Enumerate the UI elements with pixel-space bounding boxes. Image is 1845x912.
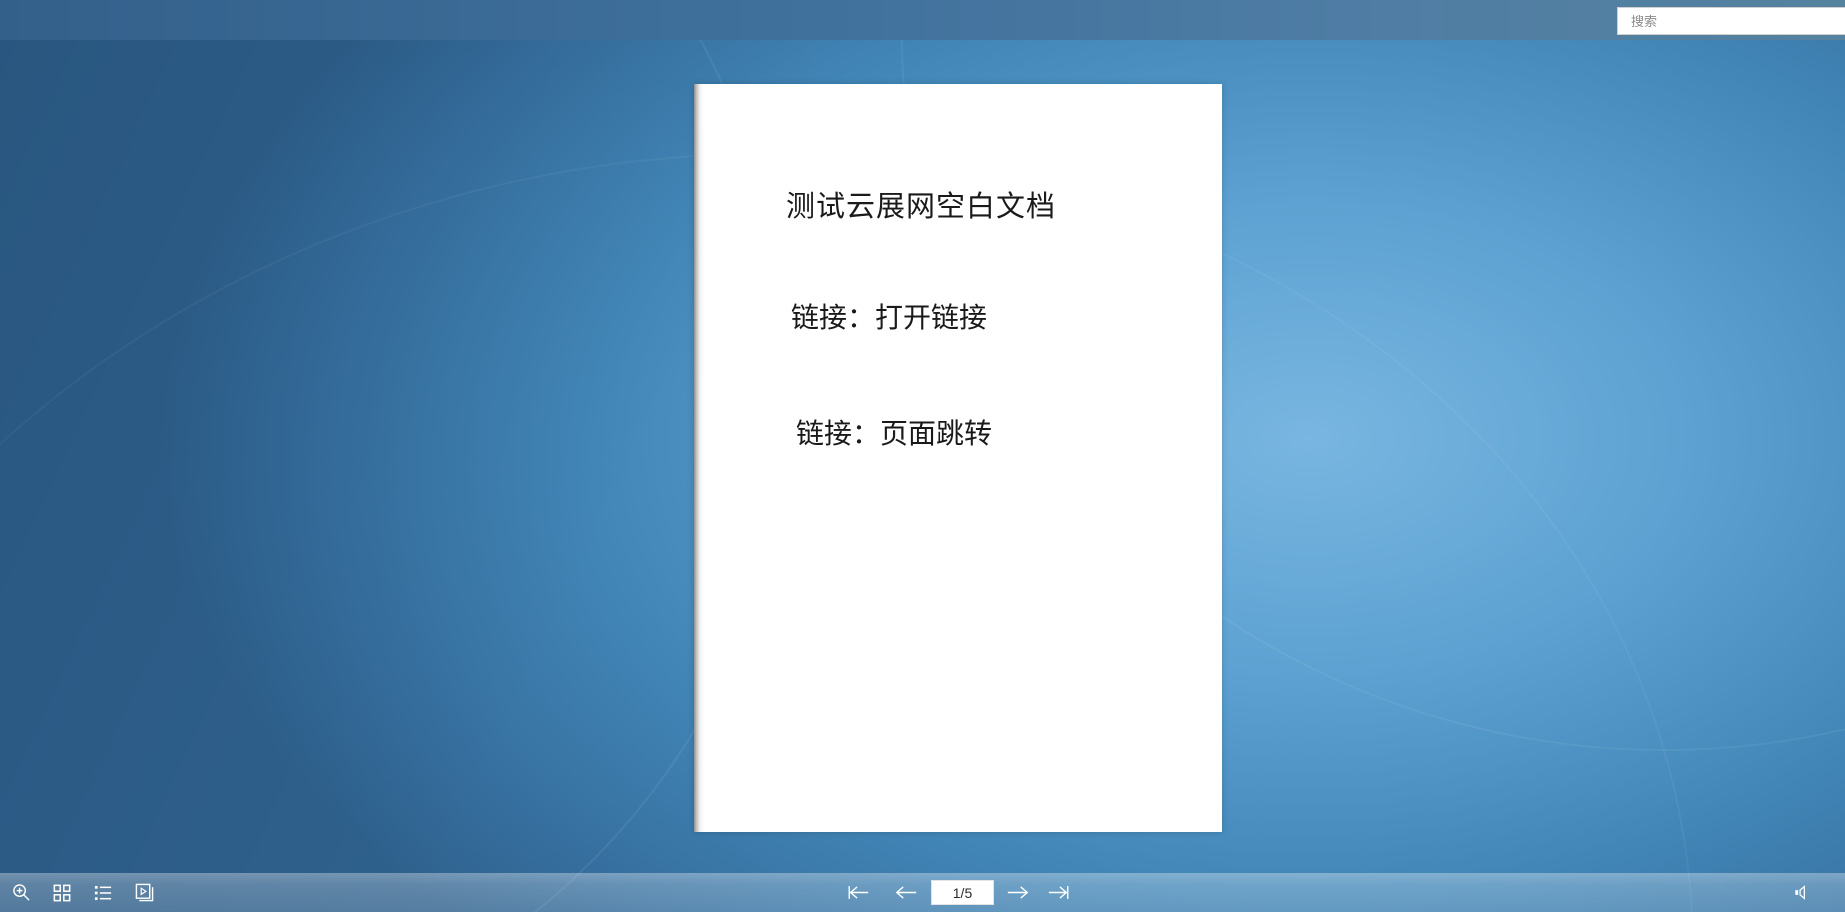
zoom-in-button[interactable] [7, 873, 35, 912]
document-link-open-url[interactable]: 链接：打开链接 [791, 304, 987, 335]
search-input[interactable] [1617, 7, 1845, 35]
arrow-left-icon [894, 884, 918, 901]
document-page[interactable]: 测试云展网空白文档 链接：打开链接 链接：页面跳转 [694, 84, 1222, 832]
page-number-input[interactable] [931, 880, 994, 905]
arrow-last-icon [1047, 884, 1071, 901]
slideshow-play-icon [135, 883, 154, 902]
last-page-button[interactable] [1044, 873, 1074, 912]
arrow-right-icon [1006, 884, 1030, 901]
document-link-page-jump[interactable]: 链接：页面跳转 [796, 420, 992, 451]
previous-page-button[interactable] [891, 873, 921, 912]
next-page-button[interactable] [1003, 873, 1033, 912]
document-title: 测试云展网空白文档 [786, 192, 1056, 224]
bottom-toolbar [0, 873, 1845, 912]
bulleted-list-icon [94, 884, 112, 902]
thumbnails-button[interactable] [48, 873, 76, 912]
speaker-icon [1792, 883, 1811, 902]
top-bar [0, 0, 1845, 40]
sound-toggle-button[interactable] [1787, 873, 1815, 912]
arrow-first-icon [846, 884, 870, 901]
slideshow-button[interactable] [130, 873, 158, 912]
table-of-contents-button[interactable] [89, 873, 117, 912]
magnifier-plus-icon [12, 883, 31, 902]
first-page-button[interactable] [843, 873, 873, 912]
grid-icon [53, 884, 71, 902]
